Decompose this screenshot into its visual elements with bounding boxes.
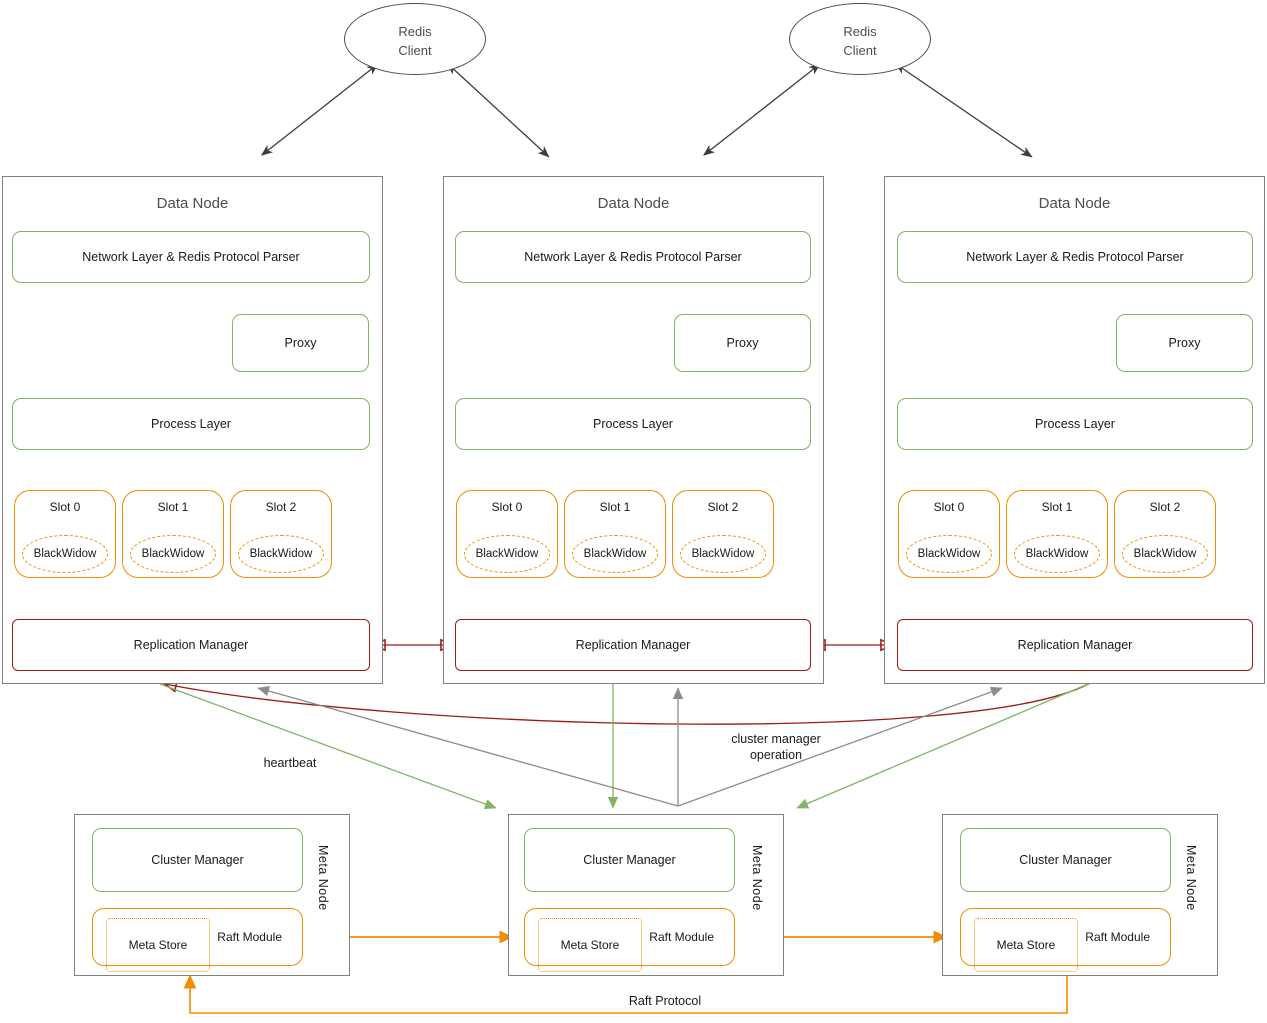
data-node-3-title: Data Node xyxy=(1038,195,1111,212)
raft-module-1: Meta Store Raft Module xyxy=(92,908,303,972)
slot-1-node-1-label: Slot 1 xyxy=(157,500,189,514)
replication-manager-2: Replication Manager xyxy=(455,619,811,671)
raft-protocol-label: Raft Protocol xyxy=(600,993,730,1009)
slot-2-node-1-label: Slot 2 xyxy=(265,500,297,514)
raft-module-2: Meta Store Raft Module xyxy=(524,908,735,972)
heartbeat-label: heartbeat xyxy=(263,756,317,770)
blackwidow-1-node-3: BlackWidow xyxy=(1014,535,1100,573)
slot-1-node-3: Slot 1 BlackWidow xyxy=(1006,490,1108,578)
redis-client-1-label: Redis Client xyxy=(398,24,432,58)
process-layer-1: Process Layer xyxy=(12,398,370,450)
blackwidow-2-node-1: BlackWidow xyxy=(238,535,324,573)
blackwidow-2-node-3: BlackWidow xyxy=(1122,535,1208,573)
blackwidow-0-node-1: BlackWidow xyxy=(22,535,108,573)
slot-0-node-2-label: Slot 0 xyxy=(491,500,523,514)
raft-module-2-label: Raft Module xyxy=(649,930,714,944)
meta-store-2: Meta Store xyxy=(538,918,642,972)
cluster-manager-2: Cluster Manager xyxy=(524,828,735,892)
network-layer-2: Network Layer & Redis Protocol Parser xyxy=(455,231,811,283)
slot-0-node-3-label: Slot 0 xyxy=(933,500,965,514)
proxy-3: Proxy xyxy=(1116,314,1253,372)
slot-0-node-3: Slot 0 BlackWidow xyxy=(898,490,1000,578)
cluster-manager-1: Cluster Manager xyxy=(92,828,303,892)
slot-1-node-2-label: Slot 1 xyxy=(599,500,631,514)
proxy-1: Proxy xyxy=(232,314,369,372)
slot-0-node-1: Slot 0 BlackWidow xyxy=(14,490,116,578)
data-node-2-title: Data Node xyxy=(597,195,670,212)
slot-2-node-2: Slot 2 BlackWidow xyxy=(672,490,774,578)
redis-client-2: Redis Client xyxy=(789,3,931,75)
cluster-manager-3: Cluster Manager xyxy=(960,828,1171,892)
blackwidow-0-node-2: BlackWidow xyxy=(464,535,550,573)
blackwidow-0-node-3: BlackWidow xyxy=(906,535,992,573)
data-node-1-title: Data Node xyxy=(156,195,229,212)
network-layer-3: Network Layer & Redis Protocol Parser xyxy=(897,231,1253,283)
diagram-canvas: Redis Client Redis Client Data Node Networ… xyxy=(0,0,1267,1023)
slot-2-node-3: Slot 2 BlackWidow xyxy=(1114,490,1216,578)
replication-manager-3: Replication Manager xyxy=(897,619,1253,671)
meta-node-1-side-label: Meta Node xyxy=(316,845,330,911)
slot-2-node-3-label: Slot 2 xyxy=(1149,500,1181,514)
blackwidow-1-node-2: BlackWidow xyxy=(572,535,658,573)
meta-store-1: Meta Store xyxy=(106,918,210,972)
slot-2-node-1: Slot 2 BlackWidow xyxy=(230,490,332,578)
process-layer-3: Process Layer xyxy=(897,398,1253,450)
raft-module-3-label: Raft Module xyxy=(1085,930,1150,944)
replication-manager-1: Replication Manager xyxy=(12,619,370,671)
meta-node-2-side-label: Meta Node xyxy=(750,845,764,911)
raft-module-1-label: Raft Module xyxy=(217,930,282,944)
slot-2-node-2-label: Slot 2 xyxy=(707,500,739,514)
redis-client-1: Redis Client xyxy=(344,3,486,75)
raft-module-3: Meta Store Raft Module xyxy=(960,908,1171,972)
redis-client-2-label: Redis Client xyxy=(843,24,877,58)
process-layer-2: Process Layer xyxy=(455,398,811,450)
meta-store-3: Meta Store xyxy=(974,918,1078,972)
blackwidow-2-node-2: BlackWidow xyxy=(680,535,766,573)
slot-1-node-2: Slot 1 BlackWidow xyxy=(564,490,666,578)
cluster-manager-operation-label: cluster manager operation xyxy=(731,732,821,762)
meta-node-3-side-label: Meta Node xyxy=(1184,845,1198,911)
network-layer-1: Network Layer & Redis Protocol Parser xyxy=(12,231,370,283)
slot-1-node-3-label: Slot 1 xyxy=(1041,500,1073,514)
proxy-2: Proxy xyxy=(674,314,811,372)
slot-1-node-1: Slot 1 BlackWidow xyxy=(122,490,224,578)
blackwidow-1-node-1: BlackWidow xyxy=(130,535,216,573)
slot-0-node-1-label: Slot 0 xyxy=(49,500,81,514)
slot-0-node-2: Slot 0 BlackWidow xyxy=(456,490,558,578)
